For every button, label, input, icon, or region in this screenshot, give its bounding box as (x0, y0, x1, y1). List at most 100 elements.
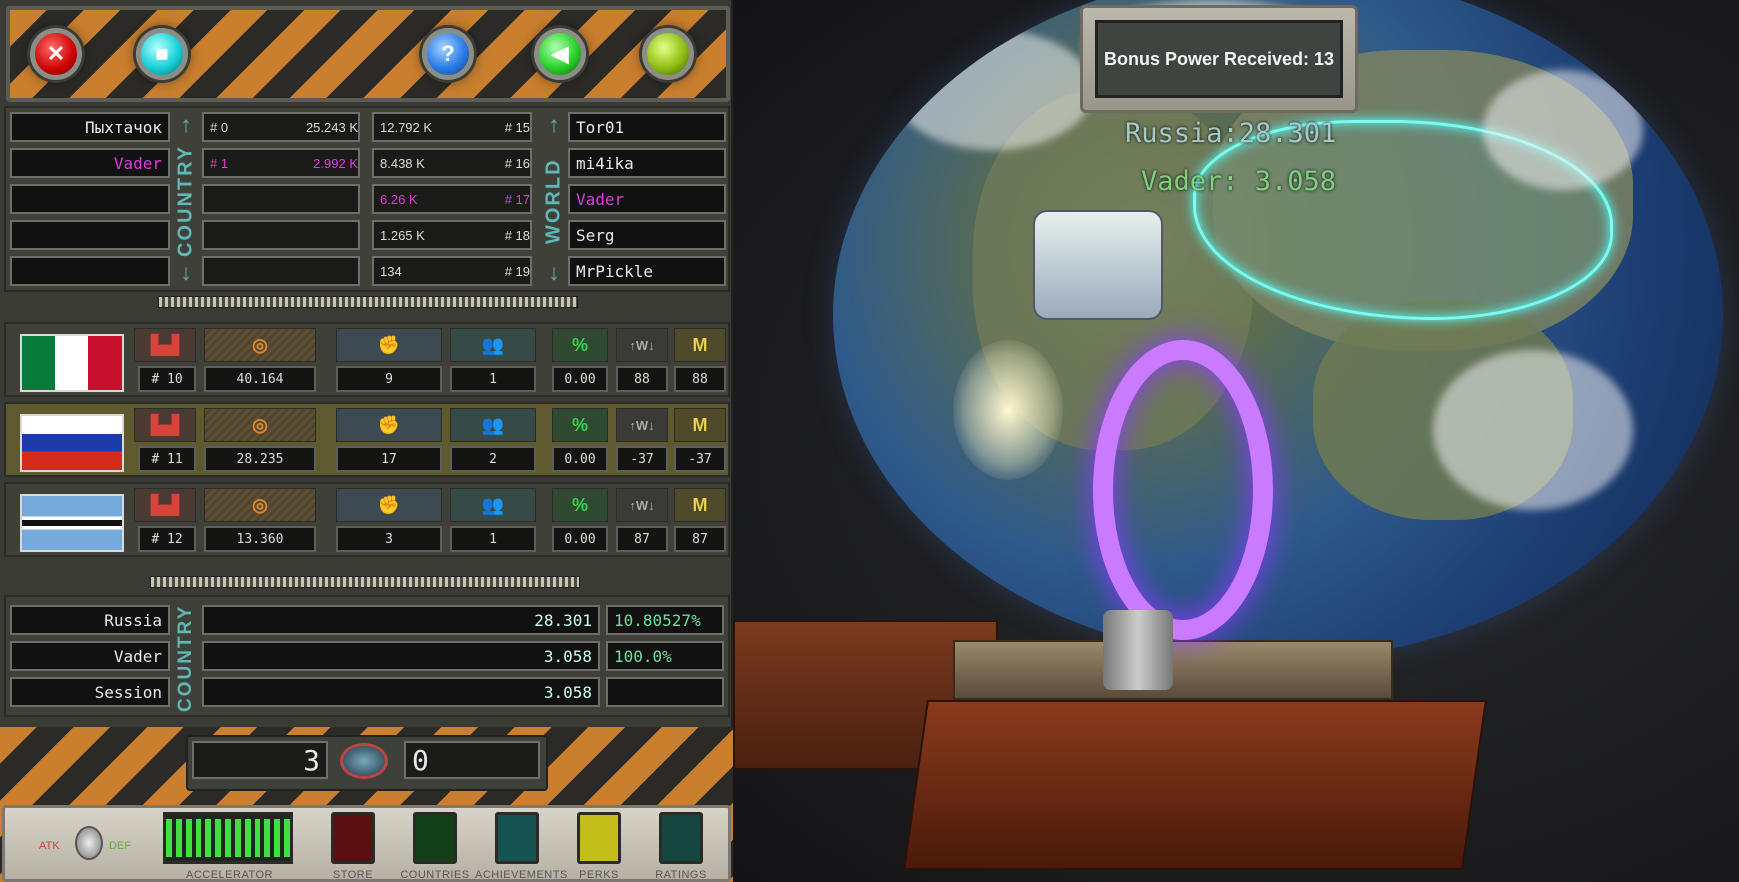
red-x-button[interactable]: ✕ (30, 28, 82, 80)
world-score: 1.265 K (380, 227, 425, 243)
stat-percent (606, 677, 724, 707)
stat-percent: 100.0% (606, 641, 724, 671)
question-icon: ? (441, 41, 455, 66)
flag-icon (20, 494, 124, 552)
control-panel: ✕ ■ ? ◀ COUNTRY ↑ ↓ WORLD ↑ ↓ Пыхтачок # … (0, 0, 733, 882)
flag-icon (20, 334, 124, 392)
country-rank: # 10 (138, 366, 196, 392)
country-power: 40.164 (204, 366, 316, 392)
bottom-menu: ATK DEF ACCELERATOR STORE COUNTRIES ACHI… (2, 805, 731, 882)
stat-name: Vader (10, 641, 170, 671)
factory-icon: ▙▟ (134, 408, 196, 442)
store-button[interactable] (331, 812, 375, 864)
attack-value: 9 (336, 366, 442, 392)
watt-icon: ↑W↓ (616, 408, 668, 442)
watt-value: 88 (616, 366, 668, 392)
country-rank-cell (202, 220, 360, 250)
country-rank-cell (202, 256, 360, 286)
players-value: 1 (450, 526, 536, 552)
factory-icon: ▙▟ (134, 328, 196, 362)
world-rank: # 18 (504, 227, 530, 243)
store-label: STORE (332, 869, 374, 881)
bonus-power-text: Bonus Power Received: 13 (1103, 48, 1335, 69)
accelerator-meter[interactable] (163, 812, 293, 864)
scroll-down-icon[interactable]: ↓ (542, 260, 566, 286)
atk-label: ATK (39, 840, 60, 852)
close-icon: ✕ (46, 41, 66, 66)
world-score: 134 (380, 263, 402, 279)
fist-icon: ✊ (336, 488, 442, 522)
percent-value: 0.00 (552, 366, 608, 392)
bonus-power-display: Bonus Power Received: 13 (1080, 5, 1358, 113)
fist-icon: ✊ (336, 328, 442, 362)
world-player-name: Tor01 (568, 112, 726, 142)
country-row[interactable]: ▙▟ ◎ ✊ 👥 % ↑W↓ M # 12 13.360 3 1 0.00 87… (4, 482, 730, 557)
def-label: DEF (109, 840, 131, 852)
world-rank: # 17 (504, 191, 530, 207)
country-power: 13.360 (204, 526, 316, 552)
country-player-name: Пыхтачок (10, 112, 170, 142)
counter-dial-icon[interactable] (340, 743, 388, 779)
power-icon: ◎ (204, 408, 316, 442)
country-score: 25.243 K (305, 119, 358, 135)
world-rank: # 19 (504, 263, 530, 279)
stat-value: 28.301 (202, 605, 600, 635)
players-value: 2 (450, 446, 536, 472)
country-power: 28.235 (204, 446, 316, 472)
scroll-down-icon[interactable]: ↓ (174, 260, 198, 286)
left-counter: 3 (192, 741, 328, 779)
country-row[interactable]: ▙▟ ◎ ✊ 👥 % ↑W↓ M # 11 28.235 17 2 0.00 -… (4, 402, 730, 477)
world-player-name: Vader (568, 184, 726, 214)
players-value: 1 (450, 366, 536, 392)
olive-button[interactable] (642, 28, 694, 80)
world-rank-cell: 1.265 K # 18 (372, 220, 532, 250)
scroll-up-icon[interactable]: ↑ (542, 112, 566, 138)
stat-percent: 10.80527% (606, 605, 724, 635)
square-icon: ■ (155, 41, 169, 66)
panel-divider (158, 296, 578, 308)
scroll-up-icon[interactable]: ↑ (174, 112, 198, 138)
green-sound-button[interactable]: ◀ (534, 28, 586, 80)
achievements-label: ACHIEVEMENTS (475, 869, 568, 881)
country-player-name (10, 256, 170, 286)
country-score: 2.992 K (313, 155, 358, 171)
countries-label: COUNTRIES (400, 869, 470, 881)
percent-icon: % (552, 488, 608, 522)
power-icon: ◎ (204, 488, 316, 522)
country-row[interactable]: ▙▟ ◎ ✊ 👥 % ↑W↓ M # 10 40.164 9 1 0.00 88… (4, 322, 730, 397)
countries-button[interactable] (413, 812, 457, 864)
users-icon: 👥 (450, 488, 536, 522)
speaker-icon: ◀ (551, 41, 569, 66)
world-rank: # 16 (504, 155, 530, 171)
cyan-square-button[interactable]: ■ (136, 28, 188, 80)
ratings-button[interactable] (659, 812, 703, 864)
world-rank-cell: 134 # 19 (372, 256, 532, 286)
world-rank-cell: 8.438 K # 16 (372, 148, 532, 178)
panel-divider (150, 576, 580, 588)
perks-button[interactable] (577, 812, 621, 864)
m-value: -37 (674, 446, 726, 472)
country-rank-cell: # 1 2.992 K (202, 148, 360, 178)
fist-icon: ✊ (336, 408, 442, 442)
world-player-name: mi4ika (568, 148, 726, 178)
generator-machine[interactable] (733, 0, 1739, 882)
world-score: 12.792 K (380, 119, 433, 135)
country-player-name (10, 184, 170, 214)
country-label: COUNTRY (174, 144, 197, 258)
help-button[interactable]: ? (422, 28, 474, 80)
users-icon: 👥 (450, 328, 536, 362)
atk-def-toggle[interactable] (75, 826, 103, 860)
world-rank: # 15 (504, 119, 530, 135)
percent-value: 0.00 (552, 446, 608, 472)
world-rank-cell: 6.26 K # 17 (372, 184, 532, 214)
m-value: 87 (674, 526, 726, 552)
accelerator-label: ACCELERATOR (186, 869, 274, 881)
stat-name: Session (10, 677, 170, 707)
stat-value: 3.058 (202, 677, 600, 707)
achievements-button[interactable] (495, 812, 539, 864)
country-stats-label: COUNTRY (175, 604, 196, 712)
percent-icon: % (552, 408, 608, 442)
m-value: 88 (674, 366, 726, 392)
country-player-name (10, 220, 170, 250)
attack-value: 3 (336, 526, 442, 552)
